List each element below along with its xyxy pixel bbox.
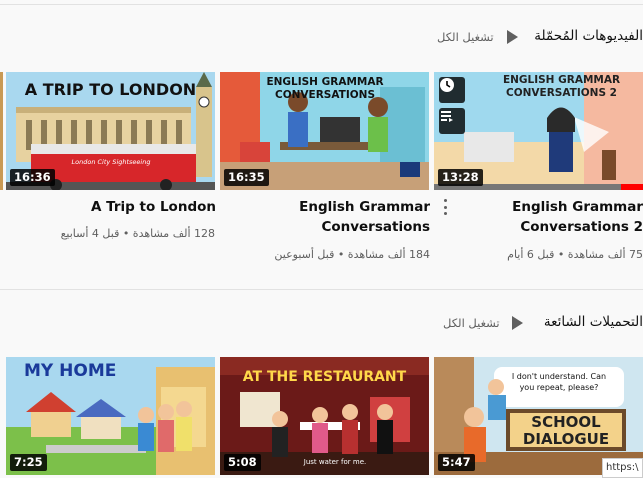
bus-sign-text: London City Sightseeing: [71, 158, 151, 166]
thumbnail-text: CONVERSATIONS 2: [506, 87, 617, 99]
play-all-icon[interactable]: [507, 30, 518, 44]
play-all-icon[interactable]: [512, 316, 523, 330]
status-url-tooltip: https:\: [602, 458, 643, 478]
thumbnail-title-text: MY HOME: [24, 361, 117, 381]
video-thumbnail[interactable]: AT THE RESTAURANT Just water for me. 5:0…: [220, 357, 429, 475]
thumbnail-title-text: A TRIP TO LONDON: [24, 80, 197, 99]
video-thumbnail[interactable]: ENGLISH GRAMMAR CONVERSATIONS 2 13:28: [434, 72, 643, 190]
shelf-title-uploads[interactable]: الفيديوهات المُحمّلة: [534, 28, 643, 44]
video-title[interactable]: English Grammar Conversations: [230, 197, 430, 237]
thumbnail-text: ENGLISH GRAMMAR: [502, 74, 621, 86]
partial-thumbnail[interactable]: [0, 72, 3, 190]
subtitle-caption: Just water for me.: [303, 458, 367, 466]
thumbnail-text: CONVERSATIONS: [274, 89, 376, 101]
more-actions-icon[interactable]: [444, 199, 448, 215]
video-meta: 184 ألف مشاهدة • قبل أسبوعين: [274, 248, 430, 261]
duration-badge: 5:08: [224, 454, 261, 471]
video-title-line[interactable]: English Grammar: [230, 197, 430, 217]
video-title-line[interactable]: Conversations 2: [503, 217, 643, 237]
thumbnail-text: ENGLISH GRAMMAR: [266, 76, 384, 88]
watch-later-button[interactable]: [439, 77, 465, 103]
duration-badge: 16:35: [224, 169, 269, 186]
add-to-queue-button[interactable]: [439, 108, 465, 134]
clock-icon: [440, 78, 454, 92]
shelf-title-popular[interactable]: التحميلات الشائعة: [544, 314, 643, 330]
duration-badge: 13:28: [438, 169, 483, 186]
video-thumbnail[interactable]: MY HOME 7:25: [6, 357, 215, 475]
video-thumbnail[interactable]: A TRIP TO LONDON London City Sightseeing…: [6, 72, 215, 190]
duration-badge: 16:36: [10, 169, 55, 186]
sign-text: SCHOOL: [531, 413, 601, 431]
video-meta: 128 ألف مشاهدة • قبل 4 أسابيع: [60, 227, 215, 240]
top-divider: [0, 4, 643, 5]
sign-text: DIALOGUE: [522, 430, 610, 448]
video-title-line[interactable]: English Grammar: [503, 197, 643, 217]
play-all-button[interactable]: تشغيل الكل: [443, 316, 500, 330]
shelf-divider: [0, 289, 643, 290]
thumbnail-title-text: AT THE RESTAURANT: [242, 369, 407, 385]
duration-badge: 5:47: [438, 454, 475, 471]
play-all-button[interactable]: تشغيل الكل: [437, 30, 494, 44]
video-title[interactable]: A Trip to London: [16, 197, 216, 217]
video-thumbnail[interactable]: ENGLISH GRAMMAR CONVERSATIONS 16:35: [220, 72, 429, 190]
speech-bubble-text: I don't understand. Can: [511, 372, 607, 381]
speech-bubble-text: you repeat, please?: [519, 383, 599, 392]
duration-badge: 7:25: [10, 454, 47, 471]
queue-icon: [441, 111, 453, 122]
video-title-line[interactable]: Conversations: [230, 217, 430, 237]
video-meta: 75 ألف مشاهدة • قبل 6 أيام: [507, 248, 643, 261]
video-title[interactable]: English Grammar Conversations 2: [503, 197, 643, 237]
